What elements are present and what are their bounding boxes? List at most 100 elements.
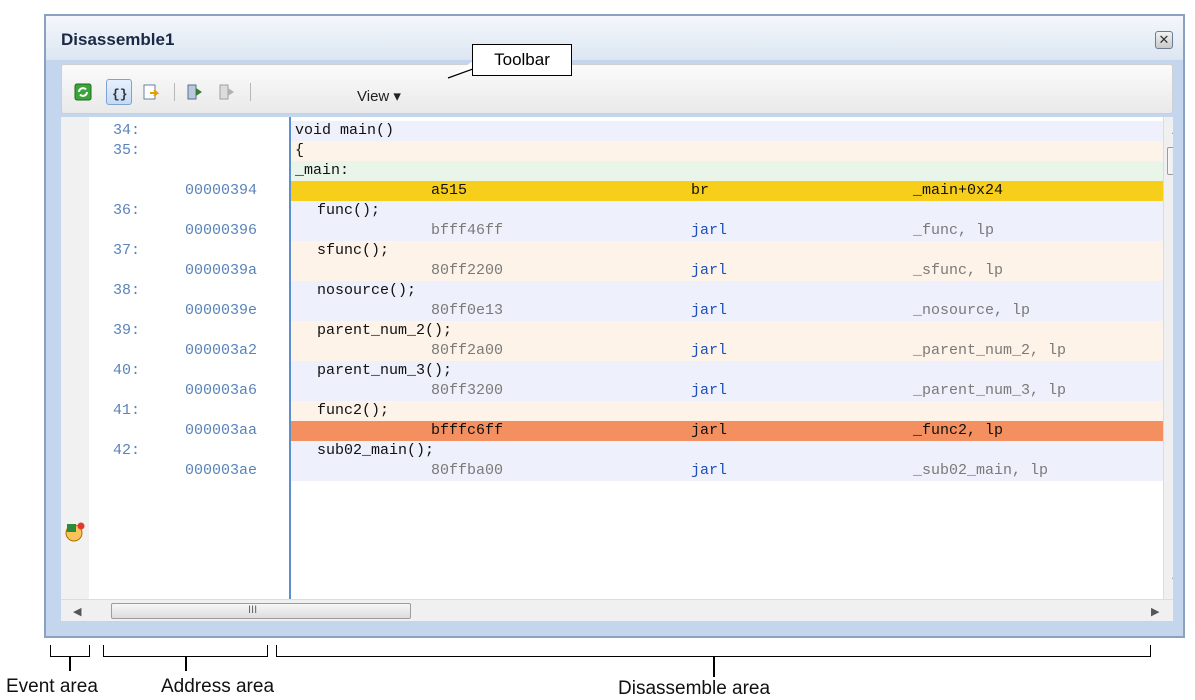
source-line-number: 38:	[113, 282, 141, 299]
jump-to-source-button[interactable]	[138, 79, 164, 105]
address-area-bracket	[103, 645, 268, 657]
instruction-address: 00000394	[185, 182, 258, 199]
scroll-grip: III	[248, 604, 258, 616]
step-icon	[187, 84, 202, 100]
source-code-text: parent_num_2();	[317, 322, 453, 339]
svg-text:{}: {}	[112, 87, 128, 102]
event-area-bracket	[50, 645, 90, 657]
toolbar-separator	[250, 83, 251, 101]
horizontal-scrollbar[interactable]: ◀ III ▶	[61, 599, 1173, 621]
mnemonic: jarl	[691, 302, 728, 319]
source-row[interactable]	[291, 401, 1163, 421]
instruction-address: 000003ae	[185, 462, 258, 479]
scroll-left-arrow[interactable]: ◀	[73, 605, 81, 618]
source-line-number: 41:	[113, 402, 141, 419]
function-label: _main:	[295, 162, 350, 179]
mnemonic: br	[691, 182, 710, 199]
source-line-number: 34:	[113, 122, 141, 139]
vertical-scrollbar[interactable]: ▲ ▼	[1163, 117, 1173, 599]
scroll-up-arrow[interactable]: ▲	[1170, 125, 1173, 137]
step-button[interactable]	[182, 79, 208, 105]
mnemonic: jarl	[691, 342, 728, 359]
machine-code: bfff46ff	[431, 222, 504, 239]
mnemonic: jarl	[691, 222, 728, 239]
toolbar-separator	[174, 83, 175, 101]
event-area[interactable]	[61, 117, 116, 599]
mnemonic: jarl	[691, 382, 728, 399]
disassemble-area-tick	[713, 657, 715, 677]
instruction-address: 00000396	[185, 222, 258, 239]
source-line-number: 39:	[113, 322, 141, 339]
close-button[interactable]: ✕	[1155, 31, 1173, 49]
disassemble-content: 34: void main() 35: { _main: 00000394 a515 br _m…	[61, 117, 1173, 599]
source-code-text: nosource();	[317, 282, 417, 299]
label-row[interactable]	[291, 161, 1163, 181]
jump-to-source-icon	[143, 84, 160, 100]
operand: _parent_num_2, lp	[913, 342, 1067, 359]
machine-code: a515	[431, 182, 468, 199]
source-row[interactable]	[291, 241, 1163, 261]
horizontal-scroll-thumb[interactable]: III	[111, 603, 411, 619]
source-row[interactable]	[291, 141, 1163, 161]
operand: _parent_num_3, lp	[913, 382, 1067, 399]
source-view-button[interactable]: {}	[106, 79, 132, 105]
mnemonic: jarl	[691, 262, 728, 279]
event-area-tick	[69, 657, 71, 671]
operand: _sfunc, lp	[913, 262, 1004, 279]
vertical-scroll-thumb[interactable]	[1167, 147, 1173, 175]
source-line-number: 42:	[113, 442, 141, 459]
source-code-text: void main()	[295, 122, 395, 139]
instruction-address: 000003a6	[185, 382, 258, 399]
machine-code: 80ff2200	[431, 262, 504, 279]
source-row[interactable]	[291, 121, 1163, 141]
source-line-number: 36:	[113, 202, 141, 219]
source-row[interactable]	[291, 201, 1163, 221]
source-code-text: {	[295, 142, 305, 159]
source-view-icon: {}	[112, 87, 128, 102]
toolbar-callout: Toolbar	[472, 44, 572, 76]
instruction-row[interactable]	[291, 181, 1163, 201]
source-line-number: 40:	[113, 362, 141, 379]
address-area-tick	[185, 657, 187, 671]
instruction-address: 000003aa	[185, 422, 258, 439]
toolbar: {} View ▾	[61, 64, 1173, 114]
view-menu[interactable]: View ▾	[357, 87, 401, 105]
scroll-down-arrow[interactable]: ▼	[1170, 575, 1173, 587]
machine-code: bfffc6ff	[431, 422, 504, 439]
refresh-button[interactable]	[70, 79, 96, 105]
operand: _func2, lp	[913, 422, 1004, 439]
source-line-number: 35:	[113, 142, 141, 159]
address-area-label: Address area	[161, 676, 275, 697]
source-code-text: sub02_main();	[317, 442, 435, 459]
step-disabled-icon	[219, 84, 234, 100]
machine-code: 80ff3200	[431, 382, 504, 399]
step-disabled-button[interactable]	[214, 79, 240, 105]
panel-title: Disassemble1	[61, 30, 175, 49]
source-code-text: func2();	[317, 402, 390, 419]
source-row[interactable]	[291, 281, 1163, 301]
machine-code: 80ffba00	[431, 462, 504, 479]
scroll-right-arrow[interactable]: ▶	[1151, 605, 1159, 618]
disassemble-area-bracket	[276, 645, 1151, 657]
operand: _sub02_main, lp	[913, 462, 1049, 479]
operand: _func, lp	[913, 222, 995, 239]
machine-code: 80ff2a00	[431, 342, 504, 359]
instruction-address: 000003a2	[185, 342, 258, 359]
event-area-label: Event area	[6, 676, 98, 697]
disassemble-area-label: Disassemble area	[618, 678, 771, 699]
source-code-text: func();	[317, 202, 381, 219]
machine-code: 80ff0e13	[431, 302, 504, 319]
operand: _nosource, lp	[913, 302, 1031, 319]
mnemonic: jarl	[691, 462, 728, 479]
disassemble-panel: Disassemble1 ✕ {} View ▾ 34: void main()…	[44, 14, 1185, 638]
refresh-icon	[74, 83, 92, 101]
source-code-text: sfunc();	[317, 242, 390, 259]
panel-titlebar: Disassemble1 ✕	[46, 16, 1183, 60]
instruction-address: 0000039e	[185, 302, 258, 319]
source-code-text: parent_num_3();	[317, 362, 453, 379]
source-line-number: 37:	[113, 242, 141, 259]
event-breakpoint-icon	[65, 522, 85, 542]
operand: _main+0x24	[913, 182, 1004, 199]
instruction-address: 0000039a	[185, 262, 258, 279]
mnemonic: jarl	[691, 422, 728, 439]
